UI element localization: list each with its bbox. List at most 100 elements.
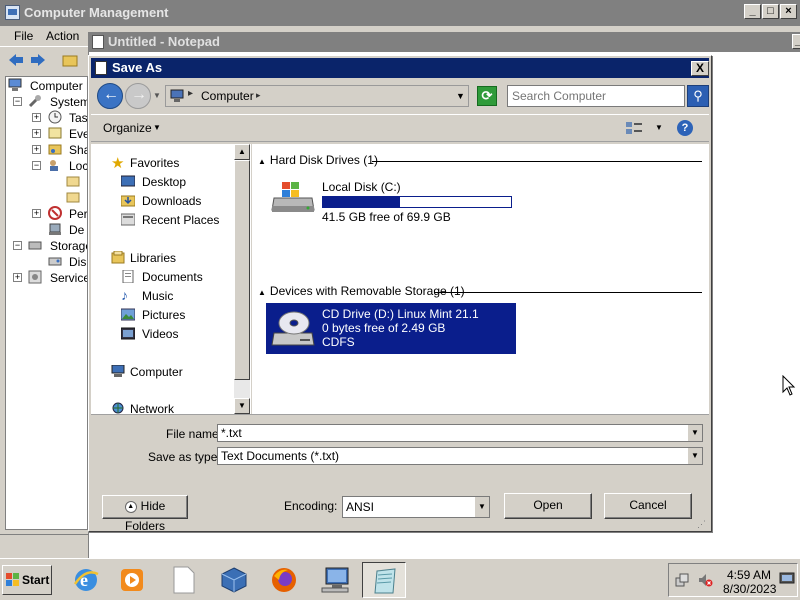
shared-folder-icon (48, 144, 62, 155)
scroll-up-icon[interactable]: ▲ (234, 144, 250, 160)
music-icon: ♪ (121, 287, 128, 303)
clock-date[interactable]: 8/30/2023 (723, 582, 776, 596)
nav-music[interactable]: ♪ Music (111, 287, 251, 305)
save-as-type-dropdown-icon[interactable]: ▼ (687, 448, 702, 464)
expand-icon[interactable]: + (32, 209, 41, 218)
group-hard-disk-drives[interactable]: ▲ Hard Disk Drives (1) (258, 153, 378, 169)
computer-icon (8, 78, 22, 91)
file-name-combo[interactable]: ▼ (217, 424, 703, 442)
expand-icon[interactable]: + (32, 129, 41, 138)
show-desktop-icon[interactable] (779, 572, 795, 586)
taskbar: Start e 4:59 AM 8/30/2023 (0, 558, 800, 600)
file-name-label: File name: (166, 427, 223, 441)
documents-icon (122, 270, 134, 283)
expand-icon[interactable]: + (32, 145, 41, 154)
address-bar[interactable]: ▸ Computer ▸ ▼ (165, 85, 469, 107)
organize-button[interactable]: Organize (103, 121, 152, 135)
taskbar-computer-management[interactable] (314, 562, 358, 598)
drive-c-name: Local Disk (C:) (322, 180, 401, 194)
notepad-icon (92, 35, 104, 49)
clock-time[interactable]: 4:59 AM (727, 568, 771, 582)
organize-dropdown-icon[interactable]: ▼ (153, 123, 161, 132)
collapse-icon[interactable]: − (32, 161, 41, 170)
up-folder-icon[interactable] (62, 53, 78, 67)
nav-recent-places[interactable]: Recent Places (111, 211, 251, 229)
help-icon[interactable]: ? (677, 120, 693, 136)
scroll-down-icon[interactable]: ▼ (234, 398, 250, 414)
hide-folders-button[interactable]: ▲ Hide Folders (102, 495, 188, 533)
save-as-type-select[interactable]: Text Documents (*.txt) ▼ (217, 447, 703, 465)
nav-documents[interactable]: Documents (111, 268, 251, 286)
search-field[interactable] (507, 85, 685, 107)
views-icon[interactable] (625, 121, 643, 135)
nav-scrollbar[interactable]: ▲ ▼ (234, 144, 250, 414)
nav-downloads[interactable]: Downloads (111, 192, 251, 210)
dialog-titlebar[interactable]: Save As X (91, 58, 709, 78)
breadcrumb-dropdown-icon[interactable]: ▸ (256, 90, 261, 101)
encoding-dropdown-icon[interactable]: ▼ (474, 497, 489, 517)
collapse-icon[interactable]: − (13, 97, 22, 106)
taskbar-media-player[interactable] (110, 562, 154, 598)
nav-favorites[interactable]: ★ Favorites (111, 154, 251, 172)
volume-muted-icon[interactable] (697, 572, 713, 588)
back-button[interactable] (97, 83, 123, 109)
encoding-label: Encoding: (284, 499, 338, 513)
taskbar-notepad[interactable] (362, 562, 406, 598)
recent-locations-chevron-icon[interactable]: ▼ (153, 91, 161, 100)
file-list-pane: ▲ Hard Disk Drives (1) Local Disk (C:) 41… (252, 144, 709, 414)
nav-videos[interactable]: Videos (111, 325, 251, 343)
menu-action[interactable]: Action (46, 29, 79, 43)
drive-local-disk[interactable]: Local Disk (C:) 41.5 GB free of 69.9 GB (262, 174, 512, 224)
address-dropdown-icon[interactable]: ▼ (456, 91, 465, 101)
drive-c-free: 41.5 GB free of 69.9 GB (322, 210, 451, 224)
drive-c-usage-fill (323, 197, 401, 207)
document-icon (173, 566, 195, 594)
breadcrumb-computer[interactable]: Computer (201, 89, 254, 103)
expand-icon[interactable]: + (13, 273, 22, 282)
group-collapse-icon[interactable]: ▲ (258, 288, 266, 297)
taskbar-firefox[interactable] (262, 562, 306, 598)
save-options: File name: ▼ Save as type: Text Document… (91, 414, 709, 533)
drive-d-filesystem: CDFS (322, 335, 355, 349)
views-dropdown-icon[interactable]: ▼ (655, 123, 663, 132)
search-input[interactable] (508, 86, 684, 106)
collapse-icon[interactable]: − (13, 241, 22, 250)
notepad-titlebar[interactable]: Untitled - Notepad _ (88, 32, 800, 52)
group-removable-storage[interactable]: ▲ Devices with Removable Storage (1) (258, 284, 465, 300)
dialog-close-button[interactable]: X (691, 61, 709, 76)
group-collapse-icon[interactable]: ▲ (258, 157, 266, 166)
save-as-type-label: Save as type: (148, 450, 221, 464)
expand-icon[interactable]: + (32, 113, 41, 122)
notepad-minimize-button[interactable]: _ (792, 34, 800, 49)
save-as-type-value: Text Documents (*.txt) (221, 449, 340, 463)
refresh-button[interactable]: ⟳ (477, 86, 497, 106)
taskbar-notepad-document[interactable] (162, 562, 206, 598)
start-button[interactable]: Start (2, 565, 52, 595)
nav-libraries[interactable]: Libraries (111, 249, 251, 267)
forward-arrow-icon[interactable] (30, 53, 46, 67)
encoding-select[interactable]: ANSI ▼ (342, 496, 490, 518)
drive-cd-dvd[interactable]: CD Drive (D:) Linux Mint 21.1 0 bytes fr… (266, 303, 516, 354)
file-name-input[interactable] (218, 425, 686, 441)
cancel-button[interactable]: Cancel (604, 493, 692, 519)
menu-file[interactable]: File (14, 29, 33, 43)
back-arrow-icon[interactable] (8, 53, 24, 67)
forward-button[interactable] (125, 83, 151, 109)
taskbar-virtualbox[interactable] (212, 562, 256, 598)
cm-titlebar[interactable]: Computer Management _ □ × (0, 0, 800, 26)
nav-pictures[interactable]: Pictures (111, 306, 251, 324)
open-button[interactable]: Open (504, 493, 592, 519)
nav-computer[interactable]: Computer (111, 363, 251, 381)
maximize-button[interactable]: □ (762, 4, 779, 19)
search-icon[interactable]: ⚲ (687, 85, 709, 107)
network-status-icon[interactable] (674, 572, 690, 588)
resize-grip-icon[interactable]: ⋰ (697, 519, 706, 530)
breadcrumb-separator-icon[interactable]: ▸ (188, 88, 193, 99)
scroll-thumb[interactable] (234, 160, 250, 380)
nav-desktop[interactable]: Desktop (111, 173, 251, 191)
file-name-dropdown-icon[interactable]: ▼ (687, 425, 702, 441)
taskbar-internet-explorer[interactable]: e (64, 562, 108, 598)
folder-icon (66, 176, 80, 187)
minimize-button[interactable]: _ (744, 4, 761, 19)
close-button[interactable]: × (780, 4, 797, 19)
